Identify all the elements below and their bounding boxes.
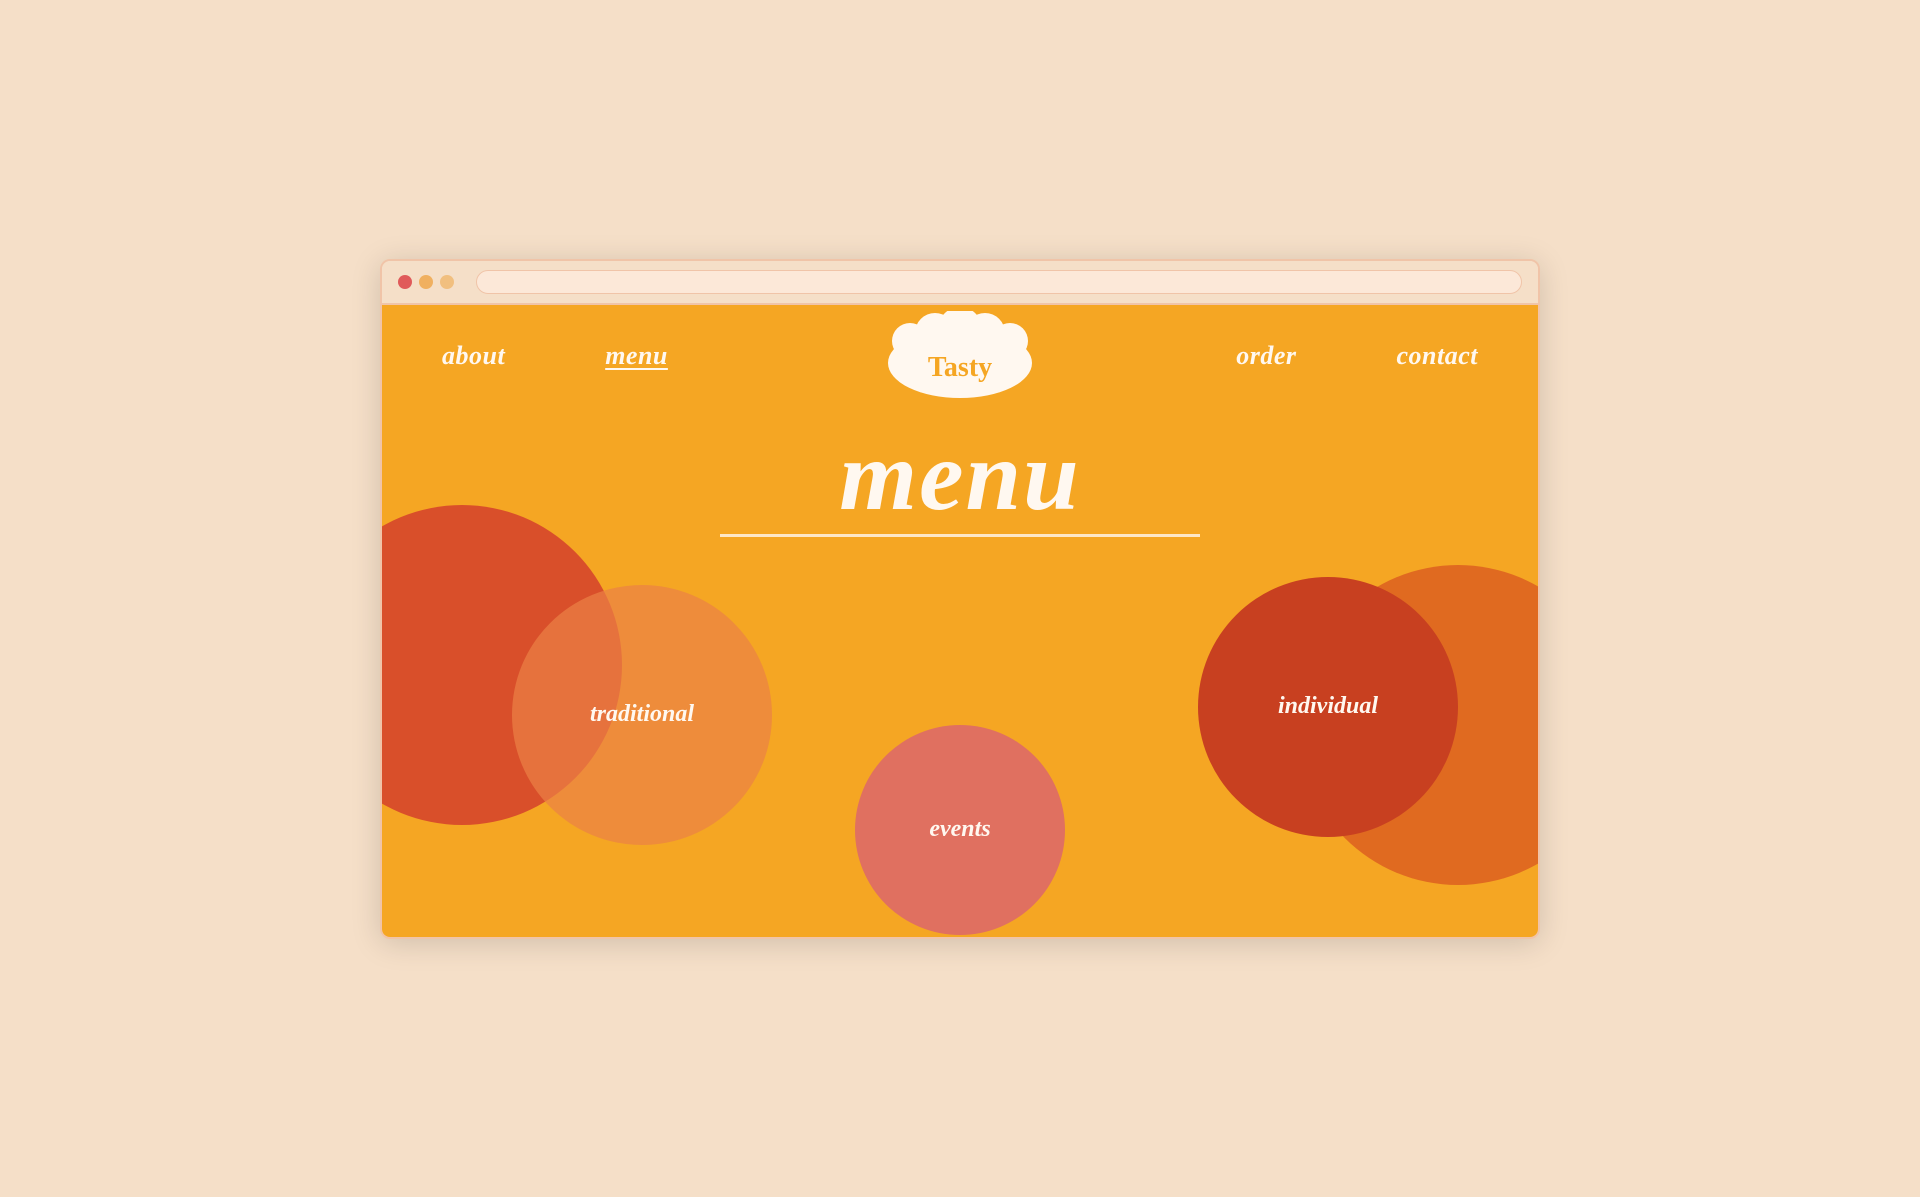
nav-item-menu[interactable]: menu [605, 341, 668, 371]
nav-item-order[interactable]: order [1236, 341, 1296, 371]
browser-dots [398, 275, 454, 289]
circle-traditional-label: traditional [590, 701, 694, 728]
nav-left: about menu [442, 341, 668, 371]
circle-events[interactable]: events [855, 725, 1065, 935]
nav-item-about[interactable]: about [442, 341, 505, 371]
page-title: menu [382, 426, 1538, 526]
svg-text:Tasty: Tasty [928, 352, 992, 383]
browser-chrome [382, 261, 1538, 305]
dot-close[interactable] [398, 275, 412, 289]
circle-individual[interactable]: individual [1198, 577, 1458, 837]
dot-minimize[interactable] [419, 275, 433, 289]
browser-frame: about menu order contact [380, 259, 1540, 939]
circle-individual-label: individual [1278, 693, 1378, 720]
title-underline [720, 534, 1200, 537]
address-bar[interactable] [476, 270, 1522, 294]
website-content: about menu order contact [382, 305, 1538, 937]
circle-traditional[interactable]: traditional [512, 585, 772, 845]
logo-container[interactable]: Tasty [880, 311, 1040, 406]
nav-right: order contact [1236, 341, 1478, 371]
page-title-section: menu [382, 426, 1538, 537]
nav-item-contact[interactable]: contact [1397, 341, 1479, 371]
circle-events-label: events [929, 816, 990, 843]
dot-maximize[interactable] [440, 275, 454, 289]
